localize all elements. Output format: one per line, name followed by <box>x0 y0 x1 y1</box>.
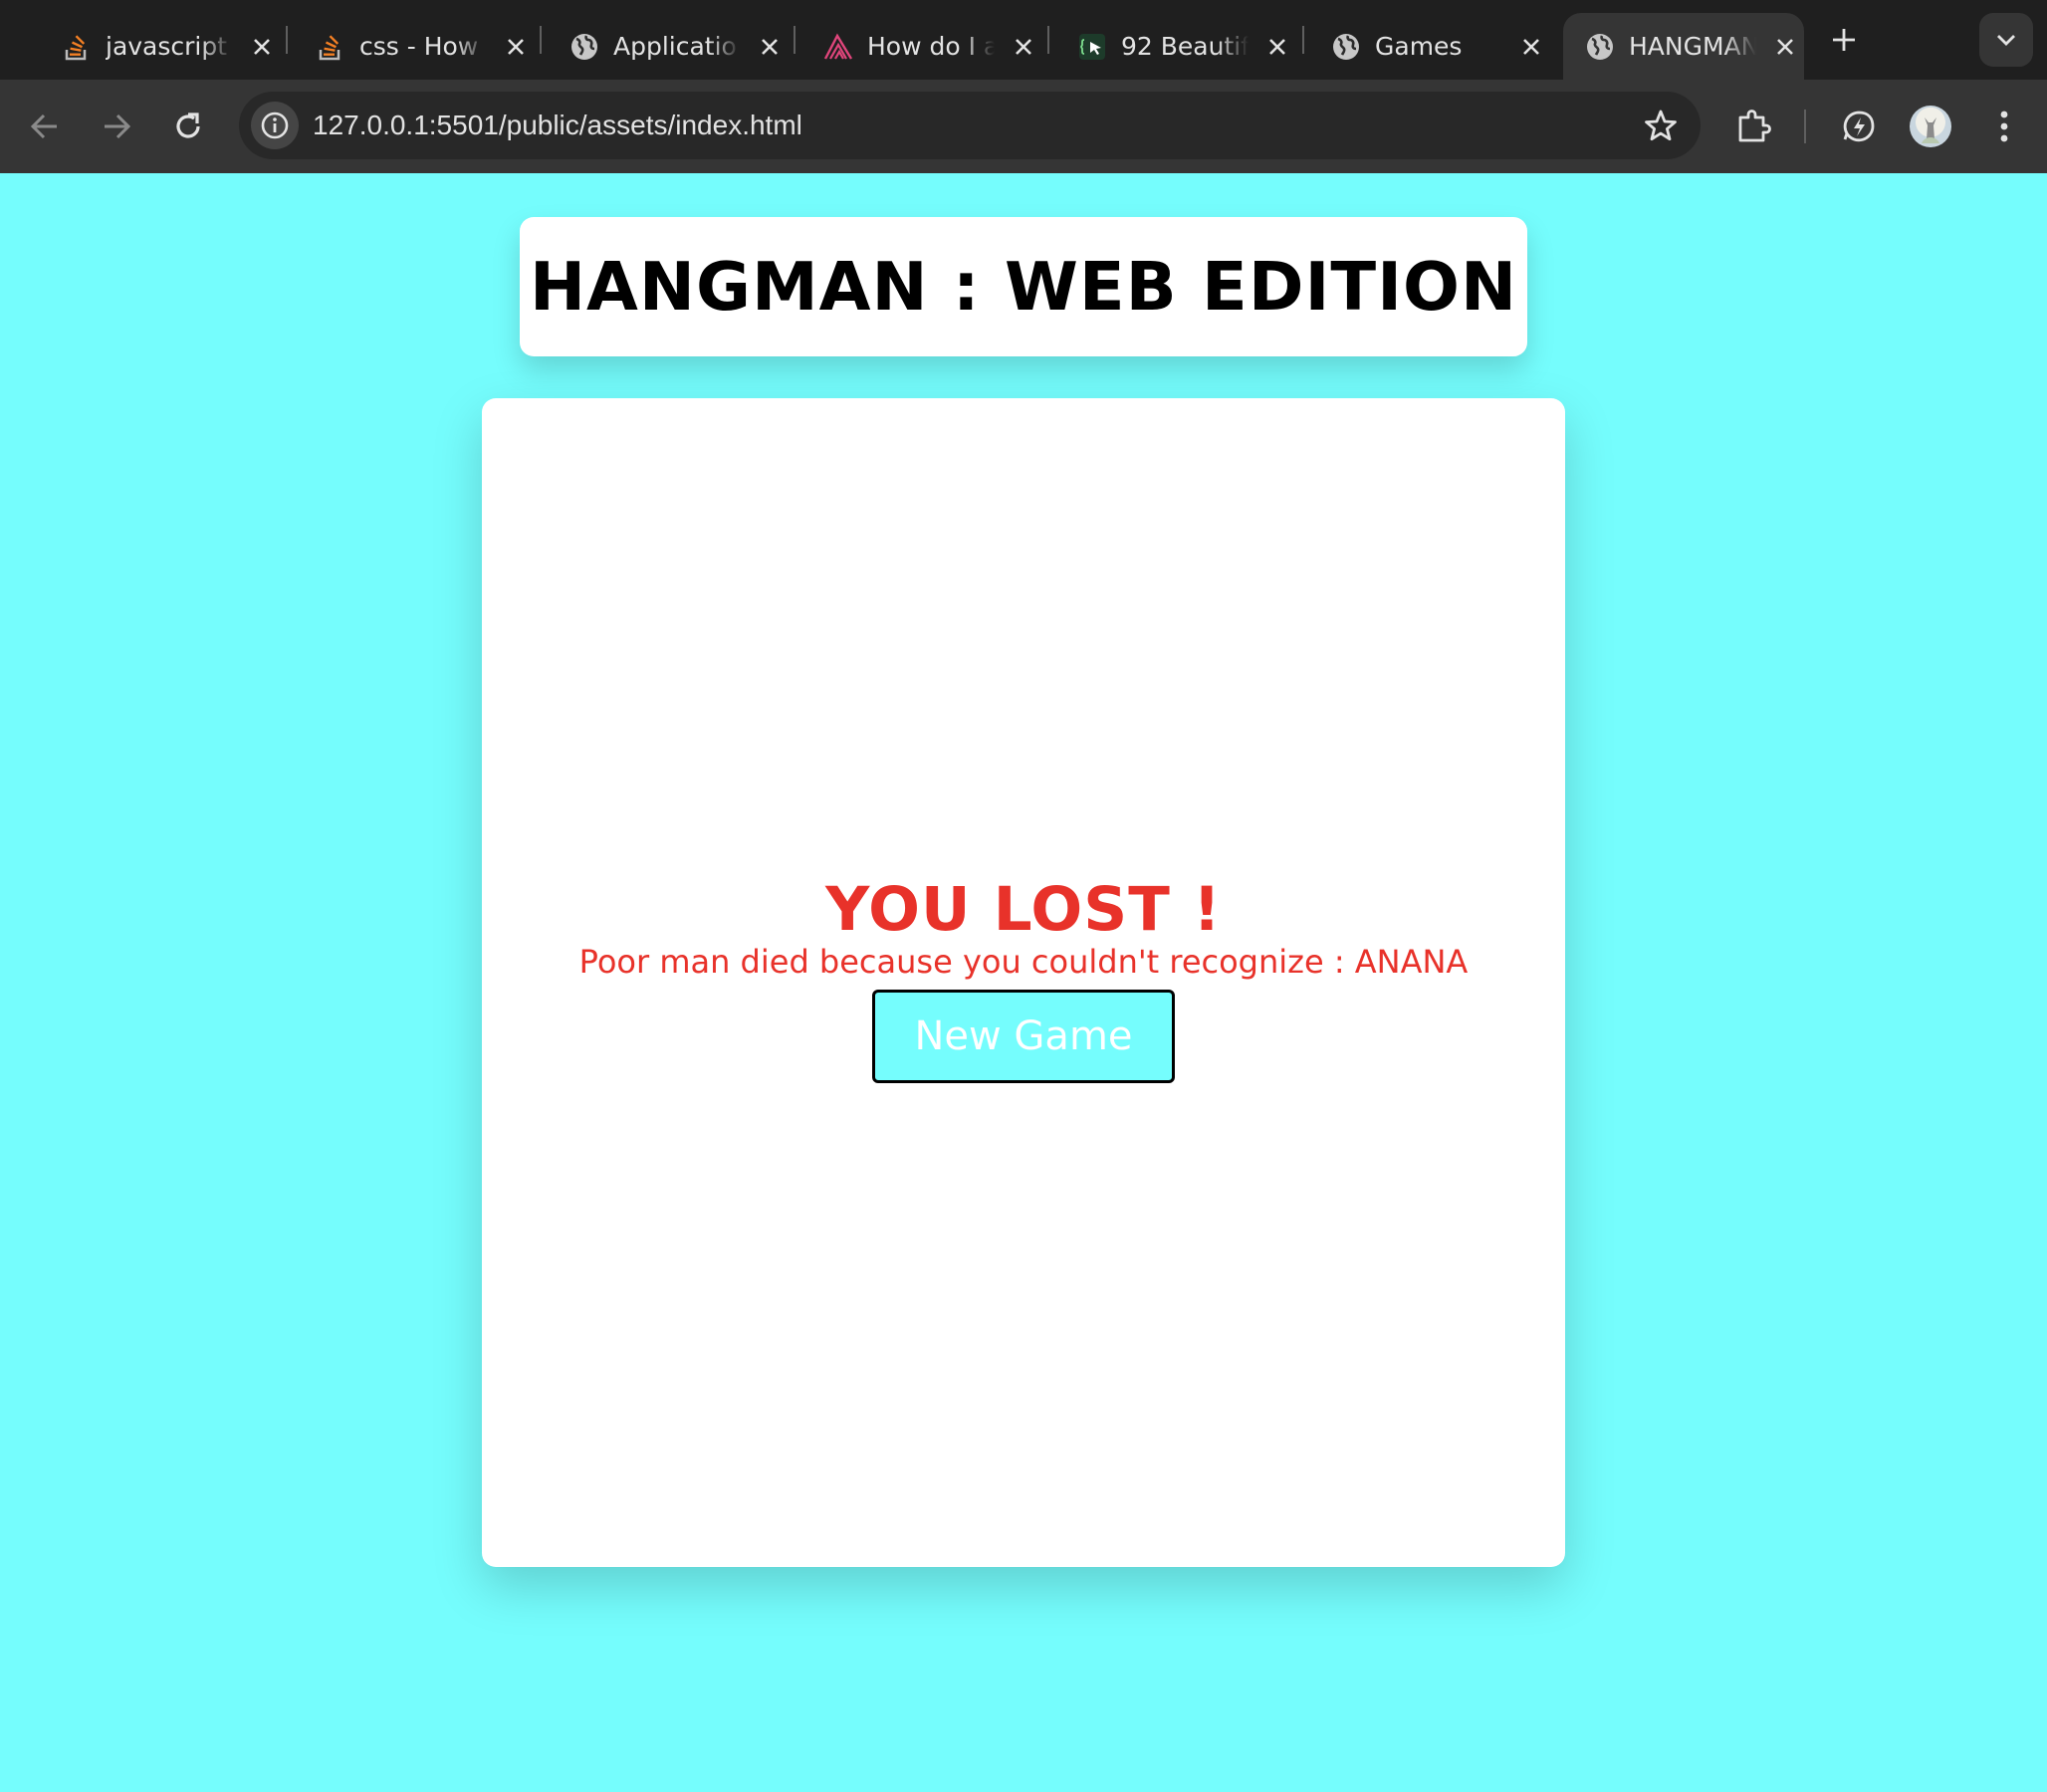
close-icon[interactable] <box>1262 32 1292 62</box>
forward-arrow-icon <box>105 113 131 139</box>
new-tab-button[interactable] <box>1826 22 1862 58</box>
game-panel: YOU LOST ! Poor man died because you cou… <box>482 398 1565 1567</box>
reload-button[interactable] <box>167 106 209 147</box>
close-icon[interactable] <box>755 32 785 62</box>
stackoverflow-icon <box>316 32 345 62</box>
extensions-button[interactable] <box>1730 104 1776 149</box>
close-icon[interactable] <box>1009 32 1038 62</box>
energy-saver-icon <box>1843 111 1875 142</box>
site-info-button[interactable] <box>251 102 299 149</box>
chevron-down-icon <box>1997 35 2015 46</box>
back-button[interactable] <box>24 106 66 147</box>
menu-button[interactable] <box>1981 104 2027 149</box>
tab-application[interactable]: Applicatio <box>548 13 787 80</box>
tab-strip: javascript css - How Applicatio How do I… <box>0 0 2047 80</box>
cursor-icon <box>1077 32 1107 62</box>
page-title: HANGMAN : WEB EDITION <box>529 248 1518 326</box>
tab-separator <box>1302 26 1304 54</box>
tab-title: css - How <box>359 32 479 61</box>
info-icon <box>261 112 289 139</box>
tab-title: 92 Beautif <box>1121 32 1249 61</box>
tab-title: How do I a <box>867 32 995 61</box>
tab-how-do-i[interactable]: How do I a <box>801 13 1040 80</box>
address-bar[interactable]: 127.0.0.1:5501/public/assets/index.html <box>239 92 1701 159</box>
globe-icon <box>1585 32 1615 62</box>
tab-title: Applicatio <box>613 32 737 61</box>
bookmark-button[interactable] <box>1641 106 1681 145</box>
tab-search-button[interactable] <box>1979 13 2033 67</box>
title-card: HANGMAN : WEB EDITION <box>520 217 1527 356</box>
puzzle-icon <box>1738 110 1771 142</box>
reload-icon <box>176 112 200 138</box>
tab-title: HANGMAN <box>1629 32 1756 61</box>
avatar-image <box>1922 117 1939 143</box>
forward-button[interactable] <box>96 106 137 147</box>
close-icon[interactable] <box>501 32 531 62</box>
globe-icon <box>569 32 599 62</box>
close-icon[interactable] <box>247 32 277 62</box>
back-arrow-icon <box>30 113 57 139</box>
plus-icon <box>1833 29 1855 51</box>
tab-hangman[interactable]: HANGMAN <box>1563 13 1804 80</box>
tab-javascript[interactable]: javascript <box>40 13 279 80</box>
tab-title: Games <box>1375 32 1463 61</box>
close-icon[interactable] <box>1770 32 1800 62</box>
tab-92-beautiful[interactable]: 92 Beautif <box>1055 13 1294 80</box>
performance-button[interactable] <box>1836 104 1882 149</box>
globe-icon <box>1331 32 1361 62</box>
profile-avatar[interactable] <box>1910 106 1951 147</box>
new-game-button[interactable]: New Game <box>872 990 1175 1083</box>
tab-separator <box>1047 26 1049 54</box>
star-icon <box>1645 110 1677 141</box>
result-title: YOU LOST ! <box>825 874 1222 945</box>
tab-separator <box>286 26 288 54</box>
kebab-menu-icon <box>2000 111 2008 142</box>
tab-games[interactable]: Games <box>1309 13 1548 80</box>
stackoverflow-icon <box>62 32 92 62</box>
tab-separator <box>794 26 796 54</box>
tab-css-how[interactable]: css - How <box>294 13 533 80</box>
url-text: 127.0.0.1:5501/public/assets/index.html <box>313 110 802 140</box>
browser-toolbar: 127.0.0.1:5501/public/assets/index.html <box>0 80 2047 173</box>
result-panel: YOU LOST ! Poor man died because you cou… <box>482 874 1565 980</box>
close-icon[interactable] <box>1516 32 1546 62</box>
result-message: Poor man died because you couldn't recog… <box>578 943 1469 981</box>
toolbar-divider <box>1804 110 1806 143</box>
tab-separator <box>540 26 542 54</box>
sanity-icon <box>823 32 853 62</box>
tab-title: javascript <box>106 32 228 61</box>
